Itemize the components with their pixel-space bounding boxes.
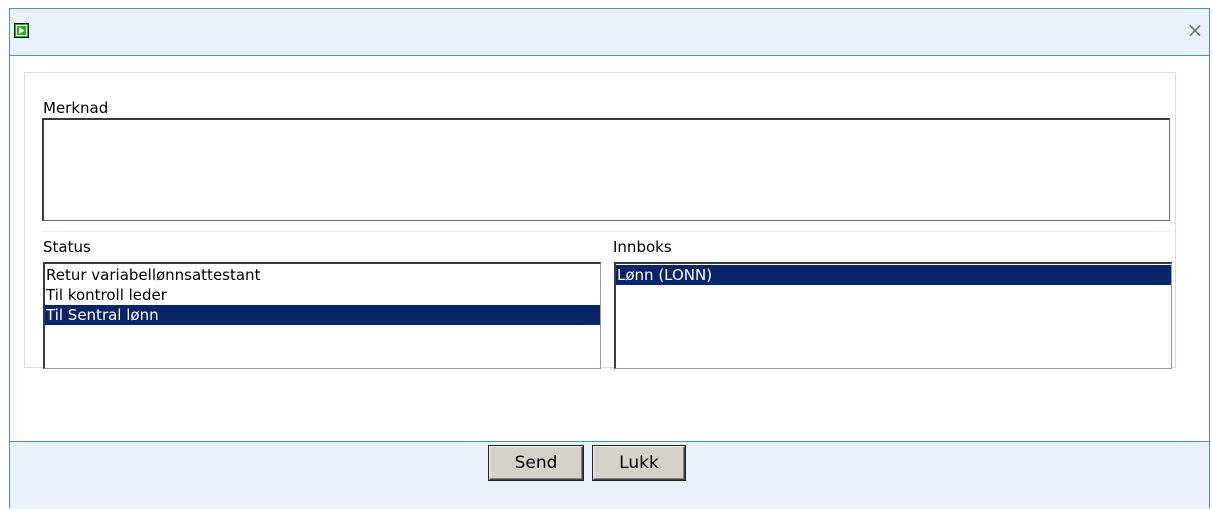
list-option[interactable]: Til kontroll leder <box>45 285 600 305</box>
status-listbox[interactable]: Retur variabellønnsattestant Til kontroll… <box>43 262 601 369</box>
dialog-titlebar: × <box>10 9 1209 56</box>
play-icon <box>14 23 29 38</box>
list-option[interactable]: Til Sentral lønn <box>45 305 600 325</box>
close-icon[interactable]: × <box>1185 20 1205 40</box>
innboks-listbox[interactable]: Lønn (LONN) <box>614 262 1172 369</box>
status-label: Status <box>43 238 91 256</box>
lukk-button[interactable]: Lukk <box>593 446 685 480</box>
list-option[interactable]: Retur variabellønnsattestant <box>45 265 600 285</box>
section-divider <box>42 231 1170 232</box>
merknad-textarea[interactable] <box>42 118 1170 221</box>
merknad-label: Merknad <box>43 99 109 117</box>
innboks-label: Innboks <box>613 238 672 256</box>
send-button[interactable]: Send <box>489 446 583 480</box>
list-option[interactable]: Lønn (LONN) <box>616 265 1171 285</box>
